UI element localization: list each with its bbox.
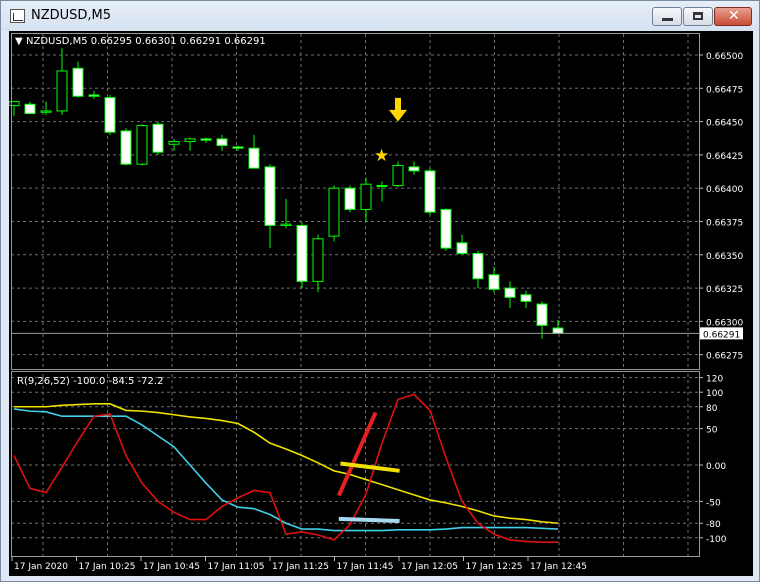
time-tick-label: 17 Jan 12:05 bbox=[401, 562, 458, 572]
candle-body bbox=[24, 103, 36, 115]
candle-body bbox=[152, 123, 164, 153]
candle-body bbox=[472, 252, 484, 280]
dropdown-triangle-icon[interactable]: ▼ bbox=[15, 36, 23, 47]
annotation-line-blue bbox=[338, 516, 400, 524]
price-tick-label: 0.66325 bbox=[706, 285, 743, 295]
candle-body bbox=[456, 242, 468, 254]
candle-body bbox=[248, 147, 260, 169]
candle-body bbox=[408, 166, 420, 172]
candle-body bbox=[520, 294, 532, 302]
candle-body bbox=[232, 146, 244, 149]
close-icon: ✕ bbox=[728, 8, 740, 24]
indicator-tick-label: 120 bbox=[706, 375, 723, 385]
main-pane-header: NZDUSD,M5 0.66295 0.66301 0.66291 0.6629… bbox=[26, 36, 266, 47]
candle-body bbox=[216, 138, 228, 147]
price-tick-label: 0.66425 bbox=[706, 152, 743, 162]
candle-body bbox=[296, 224, 308, 282]
candle-body bbox=[120, 130, 132, 165]
candle-body bbox=[488, 274, 500, 290]
star-icon: ★ bbox=[374, 146, 389, 166]
current-price-label: 0.66291 bbox=[703, 330, 740, 340]
candle-body bbox=[88, 94, 100, 97]
time-tick-label: 17 Jan 10:25 bbox=[79, 562, 136, 572]
indicator-series-line bbox=[14, 403, 559, 525]
price-tick-label: 0.66375 bbox=[706, 218, 743, 228]
time-tick-label: 17 Jan 10:45 bbox=[143, 562, 200, 572]
candle-body bbox=[40, 110, 52, 113]
candle-body bbox=[552, 327, 564, 334]
candle-body bbox=[344, 187, 356, 210]
candle-body bbox=[328, 187, 340, 237]
candle-body bbox=[264, 166, 276, 226]
time-tick-label: 17 Jan 11:05 bbox=[208, 562, 265, 572]
candle-body bbox=[8, 101, 20, 107]
indicator-tick-label: 0.00 bbox=[706, 462, 726, 472]
chart-area[interactable]: 0.66291 ★ 0.66500 0.66475 0.66450 0.66425 0.6… bbox=[8, 31, 753, 576]
indicator-tick-label: 50 bbox=[706, 426, 718, 436]
indicator-series-line bbox=[13, 393, 558, 543]
close-button[interactable]: ✕ bbox=[714, 7, 752, 26]
candle-body bbox=[200, 138, 212, 141]
indicator-tick-label: 80 bbox=[706, 404, 718, 414]
minimize-icon bbox=[662, 18, 673, 21]
candle-body bbox=[56, 70, 68, 112]
terminal-window: NZDUSD,M5 ✕ 0.66291 ★ 0.66500 0.66475 0.664… bbox=[0, 0, 760, 582]
axes: 0.66500 0.66475 0.66450 0.66425 0.66400 0.663… bbox=[11, 33, 743, 572]
price-tick-label: 0.66275 bbox=[706, 352, 743, 362]
indicator-tick-label: -50 bbox=[706, 498, 721, 508]
indicator-pane-header: R(9,26,52) -100.0 -84.5 -72.2 bbox=[17, 376, 163, 387]
price-tick-label: 0.66450 bbox=[706, 119, 743, 129]
candle-body bbox=[136, 125, 148, 165]
chart-window-icon bbox=[10, 9, 25, 23]
candle-body bbox=[72, 67, 84, 97]
down-arrow-icon bbox=[388, 97, 408, 122]
price-tick-label: 0.66500 bbox=[706, 52, 743, 62]
time-tick-label: 17 Jan 11:45 bbox=[337, 562, 394, 572]
price-tick-label: 0.66300 bbox=[706, 318, 743, 328]
candle-body bbox=[376, 185, 388, 188]
candle-body bbox=[360, 183, 372, 210]
price-tick-label: 0.66350 bbox=[706, 252, 743, 262]
indicator-lines bbox=[13, 393, 559, 543]
time-tick-label: 17 Jan 2020 bbox=[14, 562, 68, 572]
candles bbox=[8, 48, 564, 339]
candle-body bbox=[424, 170, 436, 213]
indicator-series-line bbox=[13, 408, 559, 532]
maximize-button[interactable] bbox=[683, 7, 713, 26]
price-tick-label: 0.66400 bbox=[706, 185, 743, 195]
title-bar[interactable]: NZDUSD,M5 ✕ bbox=[1, 1, 759, 31]
indicator-tick-label: -80 bbox=[706, 520, 721, 530]
candle-body bbox=[536, 303, 548, 326]
candle-body bbox=[504, 287, 516, 298]
maximize-icon bbox=[693, 12, 703, 20]
indicator-tick-label: 100 bbox=[706, 389, 723, 399]
time-tick-label: 17 Jan 11:25 bbox=[272, 562, 329, 572]
candle-body bbox=[104, 97, 116, 133]
candle-body bbox=[392, 165, 404, 187]
candle-body bbox=[280, 223, 292, 226]
minimize-button[interactable] bbox=[652, 7, 682, 26]
time-tick-label: 17 Jan 12:45 bbox=[530, 562, 587, 572]
chart-canvas[interactable]: 0.66291★ 0.665000.664750.664500.664250.6… bbox=[8, 31, 753, 576]
candle-body bbox=[168, 141, 180, 145]
indicator-tick-label: -100 bbox=[706, 535, 727, 545]
candle-body bbox=[440, 208, 452, 249]
candle-body bbox=[184, 138, 196, 143]
price-tick-label: 0.66475 bbox=[706, 85, 743, 95]
window-title: NZDUSD,M5 bbox=[31, 8, 112, 23]
time-tick-label: 17 Jan 12:25 bbox=[466, 562, 523, 572]
candle-body bbox=[312, 238, 324, 282]
